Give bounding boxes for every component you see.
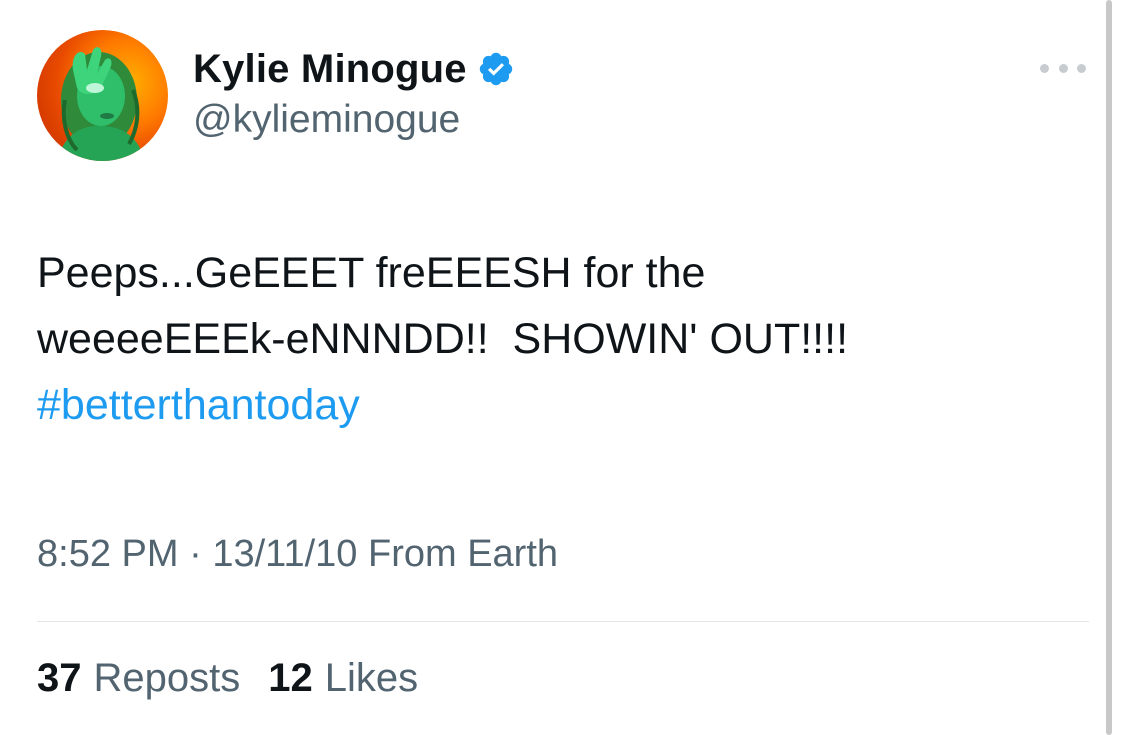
tweet-time[interactable]: 8:52 PM [37, 533, 179, 575]
divider [37, 621, 1089, 622]
tweet-date[interactable]: 13/11/10 [212, 533, 357, 575]
tweet-text-line-1: Peeps...GeEEET freEEESH for the [37, 249, 706, 297]
more-options-icon[interactable] [1040, 58, 1086, 78]
reposts-stat[interactable]: 37 Reposts [37, 656, 240, 701]
verified-badge-icon [479, 52, 512, 86]
more-dot [1040, 63, 1049, 73]
tweet-metadata: 8:52 PM · 13/11/10 From Earth [37, 533, 558, 576]
engagement-stats: 37 Reposts 12 Likes [37, 656, 446, 701]
tweet-text: Peeps...GeEEET freEEESH for the weeeeEEE… [37, 240, 1077, 438]
avatar-image [57, 47, 145, 161]
tweet-source: From Earth [367, 533, 559, 575]
author-name-row: Kylie Minogue [193, 44, 515, 94]
tweet-card: Kylie Minogue @kylieminogue Peeps...GeEE… [0, 0, 1125, 735]
more-dot [1077, 63, 1086, 73]
avatar[interactable] [37, 30, 168, 161]
likes-count: 12 [268, 656, 313, 700]
reposts-label: Reposts [93, 656, 241, 700]
more-dot [1058, 63, 1068, 73]
likes-stat[interactable]: 12 Likes [268, 656, 418, 701]
author-display-name[interactable]: Kylie Minogue [193, 47, 467, 92]
hashtag-link[interactable]: #betterthantoday [37, 372, 1077, 438]
meta-separator: · [189, 533, 202, 575]
tweet-text-line-2: weeeeEEEk-eNNNDD!! SHOWIN' OUT!!!! [37, 315, 849, 363]
reposts-count: 37 [37, 656, 82, 700]
likes-label: Likes [324, 656, 419, 700]
scrollbar[interactable] [1106, 0, 1112, 735]
author-handle[interactable]: @kylieminogue [193, 98, 460, 142]
